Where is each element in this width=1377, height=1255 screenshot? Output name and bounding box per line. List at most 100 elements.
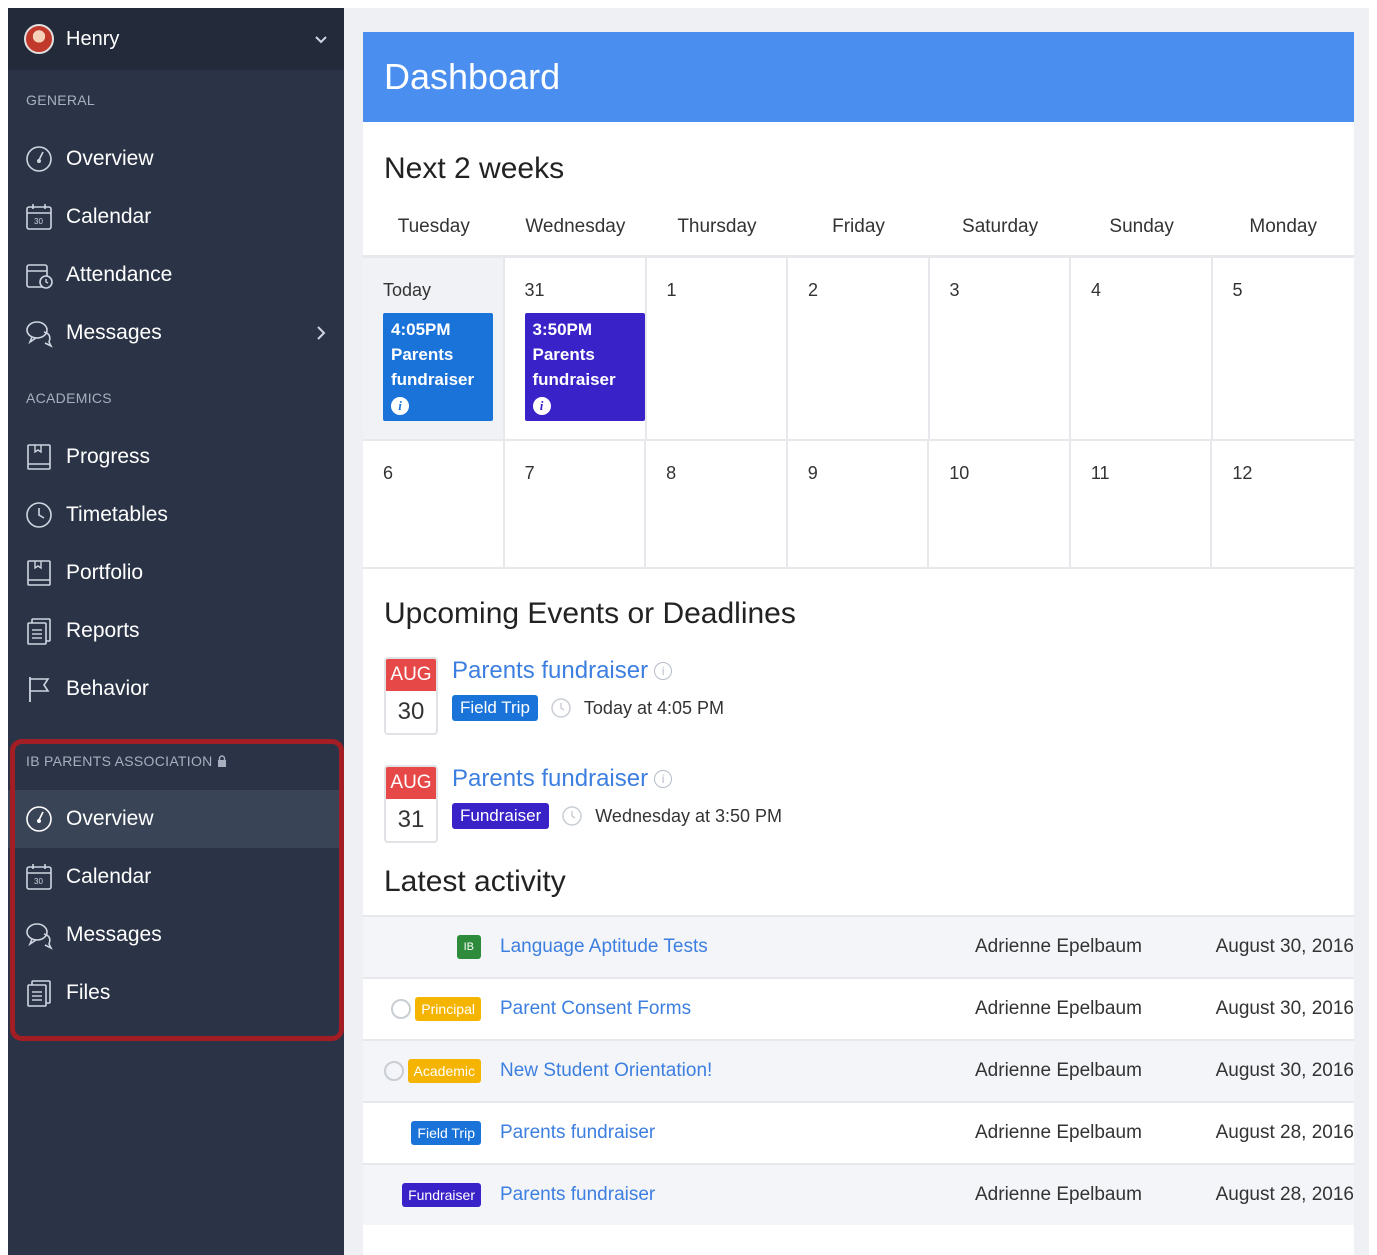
event-title-link[interactable]: Parents fundraiser i	[452, 657, 724, 685]
sidebar-item-group-messages[interactable]: Messages	[8, 906, 344, 964]
calendar-day-cell[interactable]: 8	[646, 441, 788, 569]
calendar-icon: 30	[26, 204, 52, 230]
activity-list: IB Language Aptitude Tests Adrienne Epel…	[363, 915, 1354, 1225]
weekday-header: Tuesday Wednesday Thursday Friday Saturd…	[363, 198, 1354, 258]
activity-date: August 28, 2016	[1215, 1122, 1354, 1143]
calendar-day-cell[interactable]: 4	[1071, 258, 1213, 441]
calendar-day-cell[interactable]: 31 3:50PM Parents fundraiser i	[504, 258, 647, 441]
calendar-day-cell[interactable]: 3	[929, 258, 1071, 441]
sidebar-item-group-calendar[interactable]: 30 Calendar	[8, 848, 344, 906]
circle-icon	[391, 999, 412, 1019]
activity-date: August 28, 2016	[1215, 1184, 1354, 1205]
chevron-down-icon[interactable]	[312, 30, 330, 48]
sidebar-item-calendar[interactable]: 30 Calendar	[8, 188, 344, 246]
portfolio-icon	[27, 560, 51, 586]
sidebar-item-portfolio[interactable]: Portfolio	[8, 544, 344, 602]
date-badge: AUG 30	[384, 657, 438, 735]
upcoming-title: Upcoming Events or Deadlines	[384, 597, 796, 630]
category-tag[interactable]: Fundraiser	[452, 803, 550, 829]
calendar-day-cell[interactable]: 1	[646, 258, 788, 441]
activity-link[interactable]: New Student Orientation!	[481, 1060, 975, 1082]
event-line: Parents	[532, 345, 595, 364]
day-number: 1	[666, 280, 677, 300]
sidebar-item-attendance[interactable]: Attendance	[8, 246, 344, 304]
sidebar-item-group-overview[interactable]: Overview	[8, 790, 344, 848]
calendar-day-cell[interactable]: 6	[363, 441, 505, 569]
activity-link[interactable]: Parent Consent Forms	[481, 998, 975, 1020]
activity-author: Adrienne Epelbaum	[975, 1060, 1142, 1081]
table-row[interactable]: Fundraiser Parents fundraiser Adrienne E…	[363, 1163, 1354, 1225]
activity-link[interactable]: Parents fundraiser	[481, 1122, 975, 1144]
table-row[interactable]: Principal Parent Consent Forms Adrienne …	[363, 977, 1354, 1039]
weekday-label: Saturday	[962, 215, 1039, 237]
event-line: fundraiser	[532, 370, 616, 389]
sidebar-item-label: Reports	[66, 619, 140, 642]
calendar-day-cell[interactable]: 11	[1070, 441, 1213, 569]
sidebar-item-progress[interactable]: Progress	[8, 428, 344, 486]
sidebar: Henry GENERAL Overview 30 Calendar Atten…	[8, 8, 344, 1255]
group-label: IB PARENTS ASSOCIATION	[26, 753, 213, 769]
weekday-label: Monday	[1249, 215, 1317, 237]
table-row[interactable]: Field Trip Parents fundraiser Adrienne E…	[363, 1101, 1354, 1163]
user-menu[interactable]: Henry	[8, 8, 344, 70]
calendar-event[interactable]: 4:05PM Parents fundraiser i	[383, 313, 493, 421]
sidebar-item-timetables[interactable]: Timetables	[8, 486, 344, 544]
category-tag[interactable]: Field Trip	[452, 695, 538, 721]
activity-date: August 30, 2016	[1215, 936, 1354, 957]
user-name: Henry	[66, 27, 120, 50]
sidebar-item-messages[interactable]: Messages	[8, 304, 344, 362]
event-title-link[interactable]: Parents fundraiser i	[452, 765, 782, 793]
info-icon[interactable]: i	[391, 396, 409, 415]
info-icon[interactable]: i	[654, 662, 673, 680]
calendar-day-cell[interactable]: 2	[788, 258, 930, 441]
sidebar-item-group-files[interactable]: Files	[8, 964, 344, 1022]
calendar-event[interactable]: 3:50PM Parents fundraiser i	[524, 313, 645, 421]
badge-academic: Academic	[407, 1059, 481, 1083]
sidebar-item-overview[interactable]: Overview	[8, 130, 344, 188]
activity-date: August 30, 2016	[1215, 1060, 1354, 1081]
sidebar-item-behavior[interactable]: Behavior	[8, 660, 344, 718]
event-time: 3:50PM	[532, 320, 593, 339]
calendar-day-cell[interactable]: 10	[929, 441, 1071, 569]
next-weeks-title: Next 2 weeks	[384, 152, 565, 185]
upcoming-event: AUG 30 Parents fundraiser i Field Trip T…	[363, 657, 1354, 735]
calendar-day-cell[interactable]: 12	[1212, 441, 1354, 569]
calendar-day-cell[interactable]: 9	[787, 441, 930, 569]
calendar-day-cell[interactable]: Today 4:05PM Parents fundraiser i	[363, 258, 505, 441]
calendar-week-1: Today 4:05PM Parents fundraiser i 31 3:5…	[363, 258, 1354, 441]
info-icon[interactable]: i	[532, 396, 551, 415]
event-line: fundraiser	[391, 370, 475, 389]
event-line-with-info: fundraiser i	[532, 367, 637, 417]
date-day: 31	[397, 806, 425, 833]
info-icon[interactable]: i	[654, 770, 673, 788]
activity-author: Adrienne Epelbaum	[975, 998, 1142, 1019]
activity-link[interactable]: Parents fundraiser	[481, 1184, 975, 1206]
event-when: Wednesday at 3:50 PM	[595, 805, 783, 826]
sidebar-item-label: Messages	[66, 923, 162, 946]
activity-author: Adrienne Epelbaum	[975, 1184, 1142, 1205]
date-month: AUG	[386, 659, 436, 691]
day-number: 12	[1232, 463, 1253, 483]
activity-author: Adrienne Epelbaum	[975, 936, 1142, 957]
day-number: 10	[949, 463, 970, 483]
attendance-icon	[26, 264, 53, 289]
calendar-day-cell[interactable]: 5	[1212, 258, 1354, 441]
weekday-label: Sunday	[1109, 215, 1174, 237]
activity-author: Adrienne Epelbaum	[975, 1122, 1142, 1143]
table-row[interactable]: Academic New Student Orientation! Adrien…	[363, 1039, 1354, 1101]
page-title: Dashboard	[363, 32, 1354, 122]
weekday-label: Tuesday	[397, 215, 470, 237]
weekday-label: Wednesday	[525, 215, 626, 237]
chat-bubbles-icon	[26, 321, 53, 348]
sidebar-item-reports[interactable]: Reports	[8, 602, 344, 660]
dashboard-gauge-icon	[26, 806, 52, 832]
documents-icon	[27, 980, 51, 1007]
avatar	[24, 24, 54, 54]
section-label-general: GENERAL	[26, 92, 96, 108]
sidebar-item-label: Files	[66, 981, 111, 1004]
sidebar-item-label: Overview	[66, 147, 154, 170]
activity-link[interactable]: Language Aptitude Tests	[481, 936, 975, 958]
table-row[interactable]: IB Language Aptitude Tests Adrienne Epel…	[363, 915, 1354, 977]
day-number: 11	[1090, 463, 1110, 483]
calendar-day-cell[interactable]: 7	[504, 441, 647, 569]
